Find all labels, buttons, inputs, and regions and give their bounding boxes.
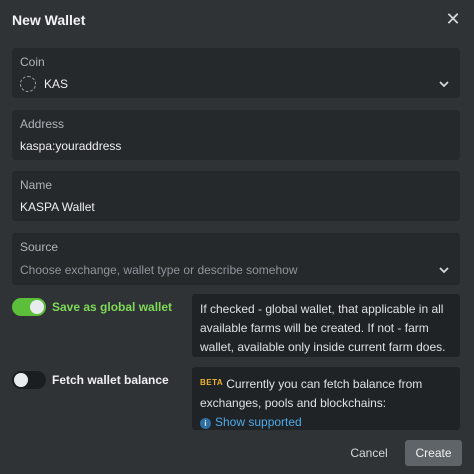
fetch-balance-label[interactable]: Fetch wallet balance — [52, 373, 169, 387]
coin-label: Coin — [20, 55, 45, 69]
show-supported-link[interactable]: i Show supported — [200, 413, 452, 432]
show-supported-text[interactable]: Show supported — [215, 415, 302, 429]
create-button[interactable]: Create — [405, 440, 462, 466]
name-label: Name — [20, 178, 53, 192]
global-wallet-info-line2: available farms will be created. If not … — [200, 321, 429, 335]
close-icon[interactable]: ✕ — [444, 10, 462, 28]
coin-select[interactable]: Coin KAS — [12, 48, 460, 98]
dialog-header: New Wallet ✕ — [0, 0, 474, 40]
fetch-balance-info: BETA Currently you can fetch balance from… — [192, 367, 460, 430]
global-wallet-info-line1: If checked - global wallet, that applica… — [200, 302, 444, 316]
fetch-balance-info-line2: exchanges, pools and blockchains: — [200, 396, 387, 410]
source-select[interactable]: Source Choose exchange, wallet type or d… — [12, 233, 460, 285]
info-icon: i — [200, 418, 211, 429]
address-label: Address — [20, 117, 65, 131]
name-value[interactable]: KASPA Wallet — [20, 200, 95, 214]
global-wallet-info: If checked - global wallet, that applica… — [192, 294, 460, 357]
fetch-balance-info-line1: BETA Currently you can fetch balance from — [200, 373, 452, 394]
beta-badge: BETA — [200, 378, 224, 387]
toggle-knob — [30, 300, 44, 314]
source-placeholder: Choose exchange, wallet type or describe… — [20, 263, 298, 277]
toggle-knob — [14, 373, 28, 387]
address-field[interactable]: Address kaspa:youraddress — [12, 110, 460, 160]
chevron-down-icon[interactable] — [438, 264, 450, 276]
global-wallet-toggle[interactable] — [12, 298, 46, 316]
fetch-balance-toggle[interactable] — [12, 371, 46, 389]
dialog-title: New Wallet — [12, 12, 86, 28]
chevron-down-icon[interactable] — [438, 78, 450, 90]
address-value[interactable]: kaspa:youraddress — [20, 139, 121, 153]
global-wallet-label[interactable]: Save as global wallet — [52, 300, 172, 314]
fetch-balance-info-text1: Currently you can fetch balance from — [226, 377, 423, 391]
cancel-button[interactable]: Cancel — [342, 440, 396, 466]
source-label: Source — [20, 240, 59, 254]
name-field[interactable]: Name KASPA Wallet — [12, 171, 460, 221]
coin-value: KAS — [44, 77, 69, 91]
coin-placeholder-icon — [20, 76, 36, 92]
global-wallet-info-line3: wallet, available only inside current fa… — [200, 340, 446, 354]
